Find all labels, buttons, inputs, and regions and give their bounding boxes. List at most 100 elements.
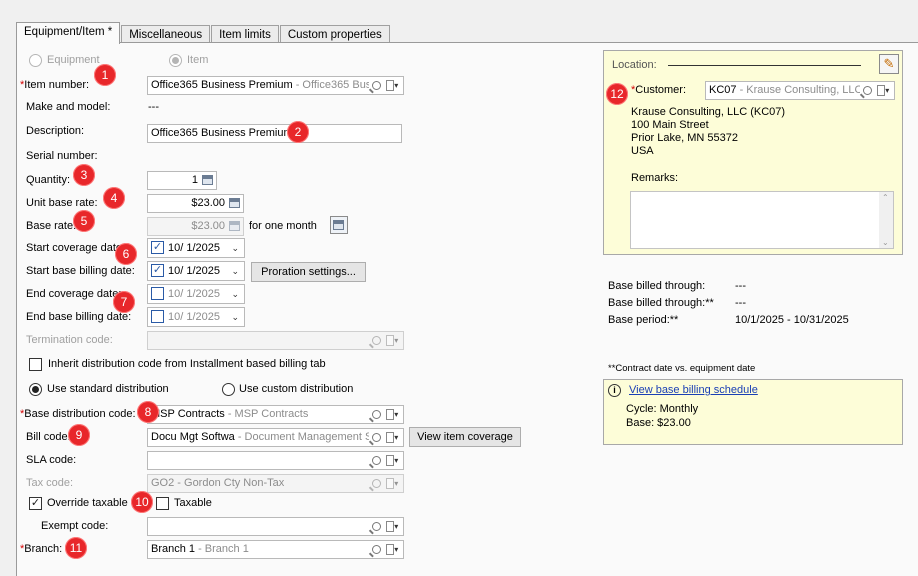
chevron-down-icon[interactable]: ⌄ [231,285,239,303]
search-icon[interactable] [371,410,381,419]
branch-field[interactable]: Branch 1 - Branch 1 [147,540,404,559]
tax-code-label: Tax code: [26,477,74,489]
base-billed-through-value: --- [735,280,746,292]
item-number-lookup[interactable] [369,77,403,94]
unit-base-rate-label: Unit base rate: [26,197,98,209]
end-coverage-date-picker[interactable]: 10/ 1/2025 ⌄ [147,284,245,304]
termination-code-lookup [369,332,403,349]
address-line: USA [631,145,654,157]
calculator-icon[interactable] [202,175,213,185]
base-rate-value: $23.00 [191,220,225,232]
location-panel: Location: ✎ *Customer: KC07 - Krause Con… [603,50,903,255]
item-radio[interactable] [169,54,182,67]
search-icon [371,336,381,345]
custom-distribution-radio[interactable] [222,383,235,396]
chevron-down-icon[interactable]: ⌄ [882,238,889,247]
end-base-billing-date-label: End base billing date: [26,311,132,323]
item-number-field[interactable]: Office365 Business Premium - Office365 B… [147,76,404,95]
standard-distribution-radio[interactable] [29,383,42,396]
billing-schedule-panel: i View base billing schedule Cycle: Mont… [603,379,903,445]
callout-badge: 1 [94,64,116,86]
search-icon[interactable] [371,545,381,554]
picker-dropdown-icon [386,335,400,346]
proration-settings-button[interactable]: Proration settings... [251,262,366,282]
base-rate-suffix: for one month [249,220,317,232]
chevron-down-icon[interactable]: ⌄ [231,262,239,280]
remarks-scrollbar[interactable]: ⌃ ⌄ [879,192,893,248]
end-coverage-date-checkbox[interactable] [151,287,164,300]
taxable-checkbox[interactable] [156,497,169,510]
start-coverage-date-checkbox[interactable]: ✓ [151,241,164,254]
search-icon [371,479,381,488]
picker-dropdown-icon[interactable] [386,432,400,443]
search-icon[interactable] [371,522,381,531]
bill-code-lookup[interactable] [369,429,403,446]
callout-badge: 7 [113,291,135,313]
picker-dropdown-icon[interactable] [386,544,400,555]
end-coverage-date-value: 10/ 1/2025 [168,288,220,300]
base-distribution-code-label: *Base distribution code: [20,408,136,420]
termination-code-label: Termination code: [26,334,113,346]
start-base-billing-date-checkbox[interactable]: ✓ [151,264,164,277]
bill-code-field[interactable]: Docu Mgt Softwa - Document Management So… [147,428,404,447]
unit-base-rate-field[interactable]: $23.00 [147,194,244,213]
serial-number-label: Serial number: [26,150,98,162]
exempt-code-lookup[interactable] [369,518,403,535]
contract-date-footnote: **Contract date vs. equipment date [608,363,756,374]
chevron-down-icon[interactable]: ⌄ [231,239,239,257]
callout-badge: 2 [287,121,309,143]
picker-dropdown-icon[interactable] [386,521,400,532]
equipment-radio-label: Equipment [47,54,100,66]
unit-base-rate-value: $23.00 [191,197,225,209]
override-taxable-checkbox[interactable]: ✓ [29,497,42,510]
callout-badge: 3 [73,164,95,186]
end-base-billing-date-picker[interactable]: 10/ 1/2025 ⌄ [147,307,245,327]
callout-badge: 8 [137,401,159,423]
picker-dropdown-icon[interactable] [386,455,400,466]
base-billed-through-label: Base billed through: [608,280,706,292]
calendar-schedule-button[interactable] [330,216,348,234]
remarks-textarea[interactable]: ⌃ ⌄ [630,191,894,249]
view-base-billing-schedule-link[interactable]: View base billing schedule [629,384,758,396]
exempt-code-field[interactable] [147,517,404,536]
calculator-icon[interactable] [229,198,240,208]
standard-distribution-label: Use standard distribution [47,383,169,395]
view-item-coverage-button[interactable]: View item coverage [409,427,521,447]
sla-code-lookup[interactable] [369,452,403,469]
start-coverage-date-picker[interactable]: ✓ 10/ 1/2025 ⌄ [147,238,245,258]
tab-equipment-item[interactable]: Equipment/Item * [16,22,121,44]
picker-dropdown-icon[interactable] [386,80,400,91]
search-icon[interactable] [371,81,381,90]
base-rate-field: $23.00 [147,217,244,236]
chevron-down-icon[interactable]: ⌄ [231,308,239,326]
termination-code-field [147,331,404,350]
search-icon[interactable] [862,86,872,95]
start-base-billing-date-picker[interactable]: ✓ 10/ 1/2025 ⌄ [147,261,245,281]
base-distribution-code-field[interactable]: MSP Contracts - MSP Contracts [147,405,404,424]
start-coverage-date-value: 10/ 1/2025 [168,242,220,254]
base-distribution-lookup[interactable] [369,406,403,423]
end-base-billing-date-checkbox[interactable] [151,310,164,323]
customer-label-text: Customer: [635,84,687,96]
inherit-distribution-label: Inherit distribution code from Installme… [48,358,326,370]
description-field[interactable]: Office365 Business Premium [147,124,402,143]
quantity-field[interactable]: 1 [147,171,217,190]
callout-badge: 4 [103,187,125,209]
inherit-distribution-checkbox[interactable] [29,358,42,371]
edit-location-button[interactable]: ✎ [879,54,899,74]
picker-dropdown-icon[interactable] [877,85,891,96]
search-icon[interactable] [371,456,381,465]
equipment-radio[interactable] [29,54,42,67]
customer-field[interactable]: KC07 - Krause Consulting, LLC [705,81,895,100]
customer-lookup[interactable] [860,82,894,99]
picker-dropdown-icon[interactable] [386,409,400,420]
branch-lookup[interactable] [369,541,403,558]
base-text: Base: $23.00 [626,417,691,429]
search-icon[interactable] [371,433,381,442]
address-line: Krause Consulting, LLC (KC07) [631,106,786,118]
location-title: Location: [612,59,657,71]
chevron-up-icon[interactable]: ⌃ [882,193,889,202]
sla-code-field[interactable] [147,451,404,470]
base-distribution-code-label-text: Base distribution code: [24,408,136,420]
tax-code-lookup [369,475,403,492]
